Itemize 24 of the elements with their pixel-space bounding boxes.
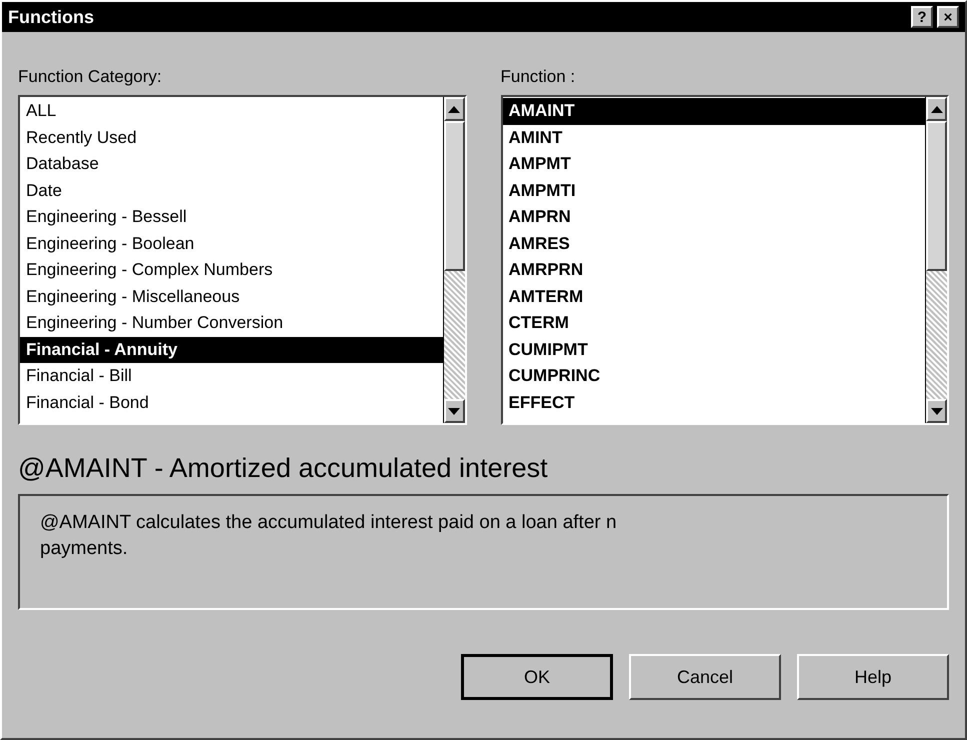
help-button[interactable]: ? [911,6,933,28]
list-item[interactable]: AMAINT [502,98,925,124]
dialog-button[interactable]: Cancel [629,654,781,700]
window-title: Functions [8,6,94,28]
list-label: Function : [500,68,576,85]
scroll-down-button[interactable] [926,399,947,423]
dialog-button[interactable]: OK [461,654,613,700]
function-heading: @AMAINT - Amortized accumulated interest [18,455,549,482]
scroll-thumb[interactable] [444,121,464,271]
description-text: @AMAINT calculates the accumulated interest paid on a loan after n payments. [40,511,618,561]
list-item[interactable]: Financial - Annuity [20,336,442,363]
scroll-up-button[interactable] [444,97,464,121]
scroll-thumb[interactable] [926,121,947,271]
list-label: Function Category: [18,68,163,85]
down-arrow-icon [448,408,460,414]
scroll-up-button[interactable] [926,97,947,121]
scrollbar[interactable] [442,97,464,423]
close-button[interactable]: × [937,6,959,28]
up-arrow-icon [448,106,460,112]
scroll-down-button[interactable] [444,399,464,423]
up-arrow-icon [930,106,942,112]
scrollbar[interactable] [925,97,947,423]
dialog-button[interactable]: Help [797,654,949,700]
down-arrow-icon [930,408,942,414]
